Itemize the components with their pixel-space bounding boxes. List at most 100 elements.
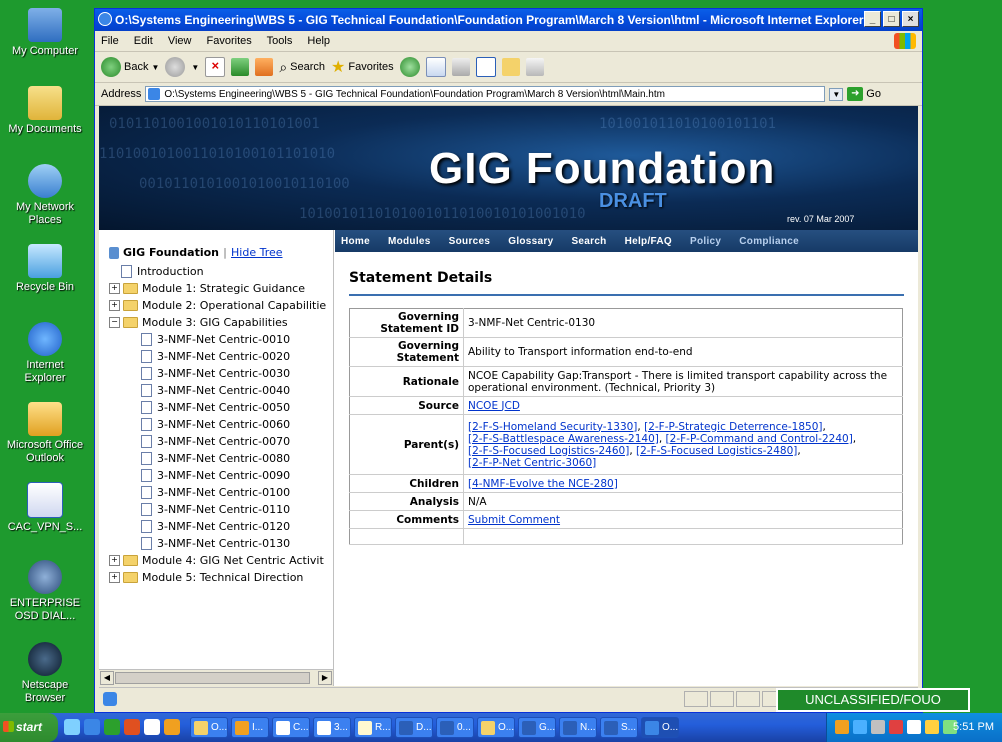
scroll-right-icon[interactable]: ▶	[318, 671, 332, 685]
print-button[interactable]	[451, 58, 470, 76]
menu-favorites[interactable]: Favorites	[207, 35, 252, 47]
nav-modules[interactable]: Modules	[388, 236, 431, 247]
scroll-left-icon[interactable]: ◀	[100, 671, 114, 685]
quicklaunch-icon[interactable]	[84, 719, 100, 735]
quicklaunch-icon[interactable]	[124, 719, 140, 735]
back-button[interactable]: Back ▼	[101, 57, 159, 77]
taskbar-item[interactable]: G...	[518, 717, 556, 738]
desktop-icon-my-network[interactable]: My Network Places	[0, 164, 90, 227]
desktop-icon-my-documents[interactable]: My Documents	[0, 86, 90, 136]
research-button[interactable]	[525, 58, 544, 76]
parent-link[interactable]: [2-F-S-Focused Logistics-2460]	[468, 445, 629, 457]
desktop-icon-cac-vpn[interactable]: CAC_VPN_S...	[0, 482, 90, 534]
tree-item[interactable]: + Module 2: Operational Capabilitie	[99, 297, 333, 314]
menu-help[interactable]: Help	[307, 35, 330, 47]
expand-icon[interactable]: +	[109, 572, 120, 583]
menu-edit[interactable]: Edit	[134, 35, 153, 47]
nav-help-faq[interactable]: Help/FAQ	[625, 236, 672, 247]
taskbar-item[interactable]: N...	[559, 717, 597, 738]
quicklaunch-icon[interactable]	[144, 719, 160, 735]
tree-item[interactable]: 3-NMF-Net Centric-0010	[99, 331, 333, 348]
parent-link[interactable]: [2-F-P-Net Centric-3060]	[468, 457, 596, 469]
children-link[interactable]: [4-NMF-Evolve the NCE-280]	[468, 478, 618, 490]
taskbar-item[interactable]: 3...	[313, 717, 351, 738]
tree-item[interactable]: 3-NMF-Net Centric-0020	[99, 348, 333, 365]
parent-link[interactable]: [2-F-S-Battlespace Awareness-2140]	[468, 433, 659, 445]
tree-item[interactable]: 3-NMF-Net Centric-0060	[99, 416, 333, 433]
submit-comment-link[interactable]: Submit Comment	[468, 514, 560, 526]
scroll-thumb[interactable]	[115, 672, 310, 684]
taskbar-item[interactable]: R...	[354, 717, 392, 738]
taskbar-item[interactable]: O...	[190, 717, 228, 738]
desktop-icon-recycle-bin[interactable]: Recycle Bin	[0, 244, 90, 294]
tree-item[interactable]: 3-NMF-Net Centric-0080	[99, 450, 333, 467]
favorites-button[interactable]: ★ Favorites	[331, 57, 394, 77]
quicklaunch-icon[interactable]	[104, 719, 120, 735]
taskbar-item[interactable]: C...	[272, 717, 310, 738]
expand-icon[interactable]: +	[109, 300, 120, 311]
tree-item[interactable]: + Module 4: GIG Net Centric Activit	[99, 552, 333, 569]
tray-icon[interactable]	[889, 720, 903, 734]
taskbar-item-active[interactable]: O...	[641, 717, 679, 738]
menu-file[interactable]: File	[101, 35, 119, 47]
tray-icon[interactable]	[907, 720, 921, 734]
tray-icon[interactable]	[871, 720, 885, 734]
tree-item[interactable]: 3-NMF-Net Centric-0030	[99, 365, 333, 382]
start-button[interactable]: start	[0, 713, 58, 742]
tree-item[interactable]: 3-NMF-Net Centric-0070	[99, 433, 333, 450]
taskbar-item[interactable]: 0...	[436, 717, 474, 738]
search-button[interactable]: ⌕ Search	[279, 59, 325, 76]
tree-item[interactable]: 3-NMF-Net Centric-0130	[99, 535, 333, 552]
tree-item[interactable]: Introduction	[99, 263, 333, 280]
tree-item[interactable]: 3-NMF-Net Centric-0090	[99, 467, 333, 484]
menu-view[interactable]: View	[168, 35, 192, 47]
tree-item[interactable]: 3-NMF-Net Centric-0040	[99, 382, 333, 399]
tree-item[interactable]: 3-NMF-Net Centric-0050	[99, 399, 333, 416]
tree-horizontal-scrollbar[interactable]: ◀ ▶	[99, 669, 333, 686]
taskbar-item[interactable]: D...	[395, 717, 433, 738]
tray-icon[interactable]	[925, 720, 939, 734]
title-bar[interactable]: O:\Systems Engineering\WBS 5 - GIG Techn…	[95, 9, 922, 31]
hide-tree-link[interactable]: Hide Tree	[231, 246, 283, 259]
collapse-icon[interactable]: −	[109, 317, 120, 328]
tree-item[interactable]: 3-NMF-Net Centric-0110	[99, 501, 333, 518]
desktop-icon-netscape[interactable]: Netscape Browser	[0, 642, 90, 705]
expand-icon[interactable]: +	[109, 283, 120, 294]
tray-icon[interactable]	[835, 720, 849, 734]
parent-link[interactable]: [2-F-P-Strategic Deterrence-1850]	[644, 421, 822, 433]
mail-button[interactable]	[425, 57, 446, 77]
folder-button[interactable]	[501, 58, 520, 76]
parent-link[interactable]: [2-F-S-Focused Logistics-2480]	[636, 445, 797, 457]
quicklaunch-icon[interactable]	[164, 719, 180, 735]
nav-compliance[interactable]: Compliance	[739, 236, 799, 247]
minimize-button[interactable]: _	[864, 11, 881, 27]
nav-glossary[interactable]: Glossary	[508, 236, 553, 247]
parent-link[interactable]: [2-F-S-Homeland Security-1330]	[468, 421, 637, 433]
stop-button[interactable]: ×	[205, 57, 226, 77]
tree-item[interactable]: 3-NMF-Net Centric-0120	[99, 518, 333, 535]
maximize-button[interactable]: □	[883, 11, 900, 27]
nav-policy[interactable]: Policy	[690, 236, 721, 247]
tree-item[interactable]: 3-NMF-Net Centric-0100	[99, 484, 333, 501]
desktop-icon-internet-explorer[interactable]: Internet Explorer	[0, 322, 90, 385]
taskbar-item[interactable]: I...	[231, 717, 269, 738]
quicklaunch-icon[interactable]	[64, 719, 80, 735]
tray-icon[interactable]	[853, 720, 867, 734]
address-input[interactable]: O:\Systems Engineering\WBS 5 - GIG Techn…	[145, 86, 826, 102]
close-button[interactable]: ×	[902, 11, 919, 27]
menu-tools[interactable]: Tools	[267, 35, 293, 47]
refresh-button[interactable]	[231, 58, 250, 76]
home-button[interactable]	[255, 58, 274, 76]
forward-button[interactable]	[165, 57, 186, 77]
history-button[interactable]	[399, 57, 420, 77]
source-link[interactable]: NCOE JCD	[468, 400, 520, 412]
go-button[interactable]: ➜ Go	[847, 87, 881, 101]
taskbar-item[interactable]: O...	[477, 717, 515, 738]
nav-home[interactable]: Home	[341, 236, 370, 247]
nav-sources[interactable]: Sources	[449, 236, 491, 247]
tree-item[interactable]: − Module 3: GIG Capabilities	[99, 314, 333, 331]
edit-button[interactable]	[475, 57, 496, 77]
tree-item[interactable]: + Module 1: Strategic Guidance	[99, 280, 333, 297]
address-dropdown[interactable]: ▼	[829, 87, 844, 101]
desktop-icon-enterprise[interactable]: ENTERPRISE OSD DIAL...	[0, 560, 90, 623]
